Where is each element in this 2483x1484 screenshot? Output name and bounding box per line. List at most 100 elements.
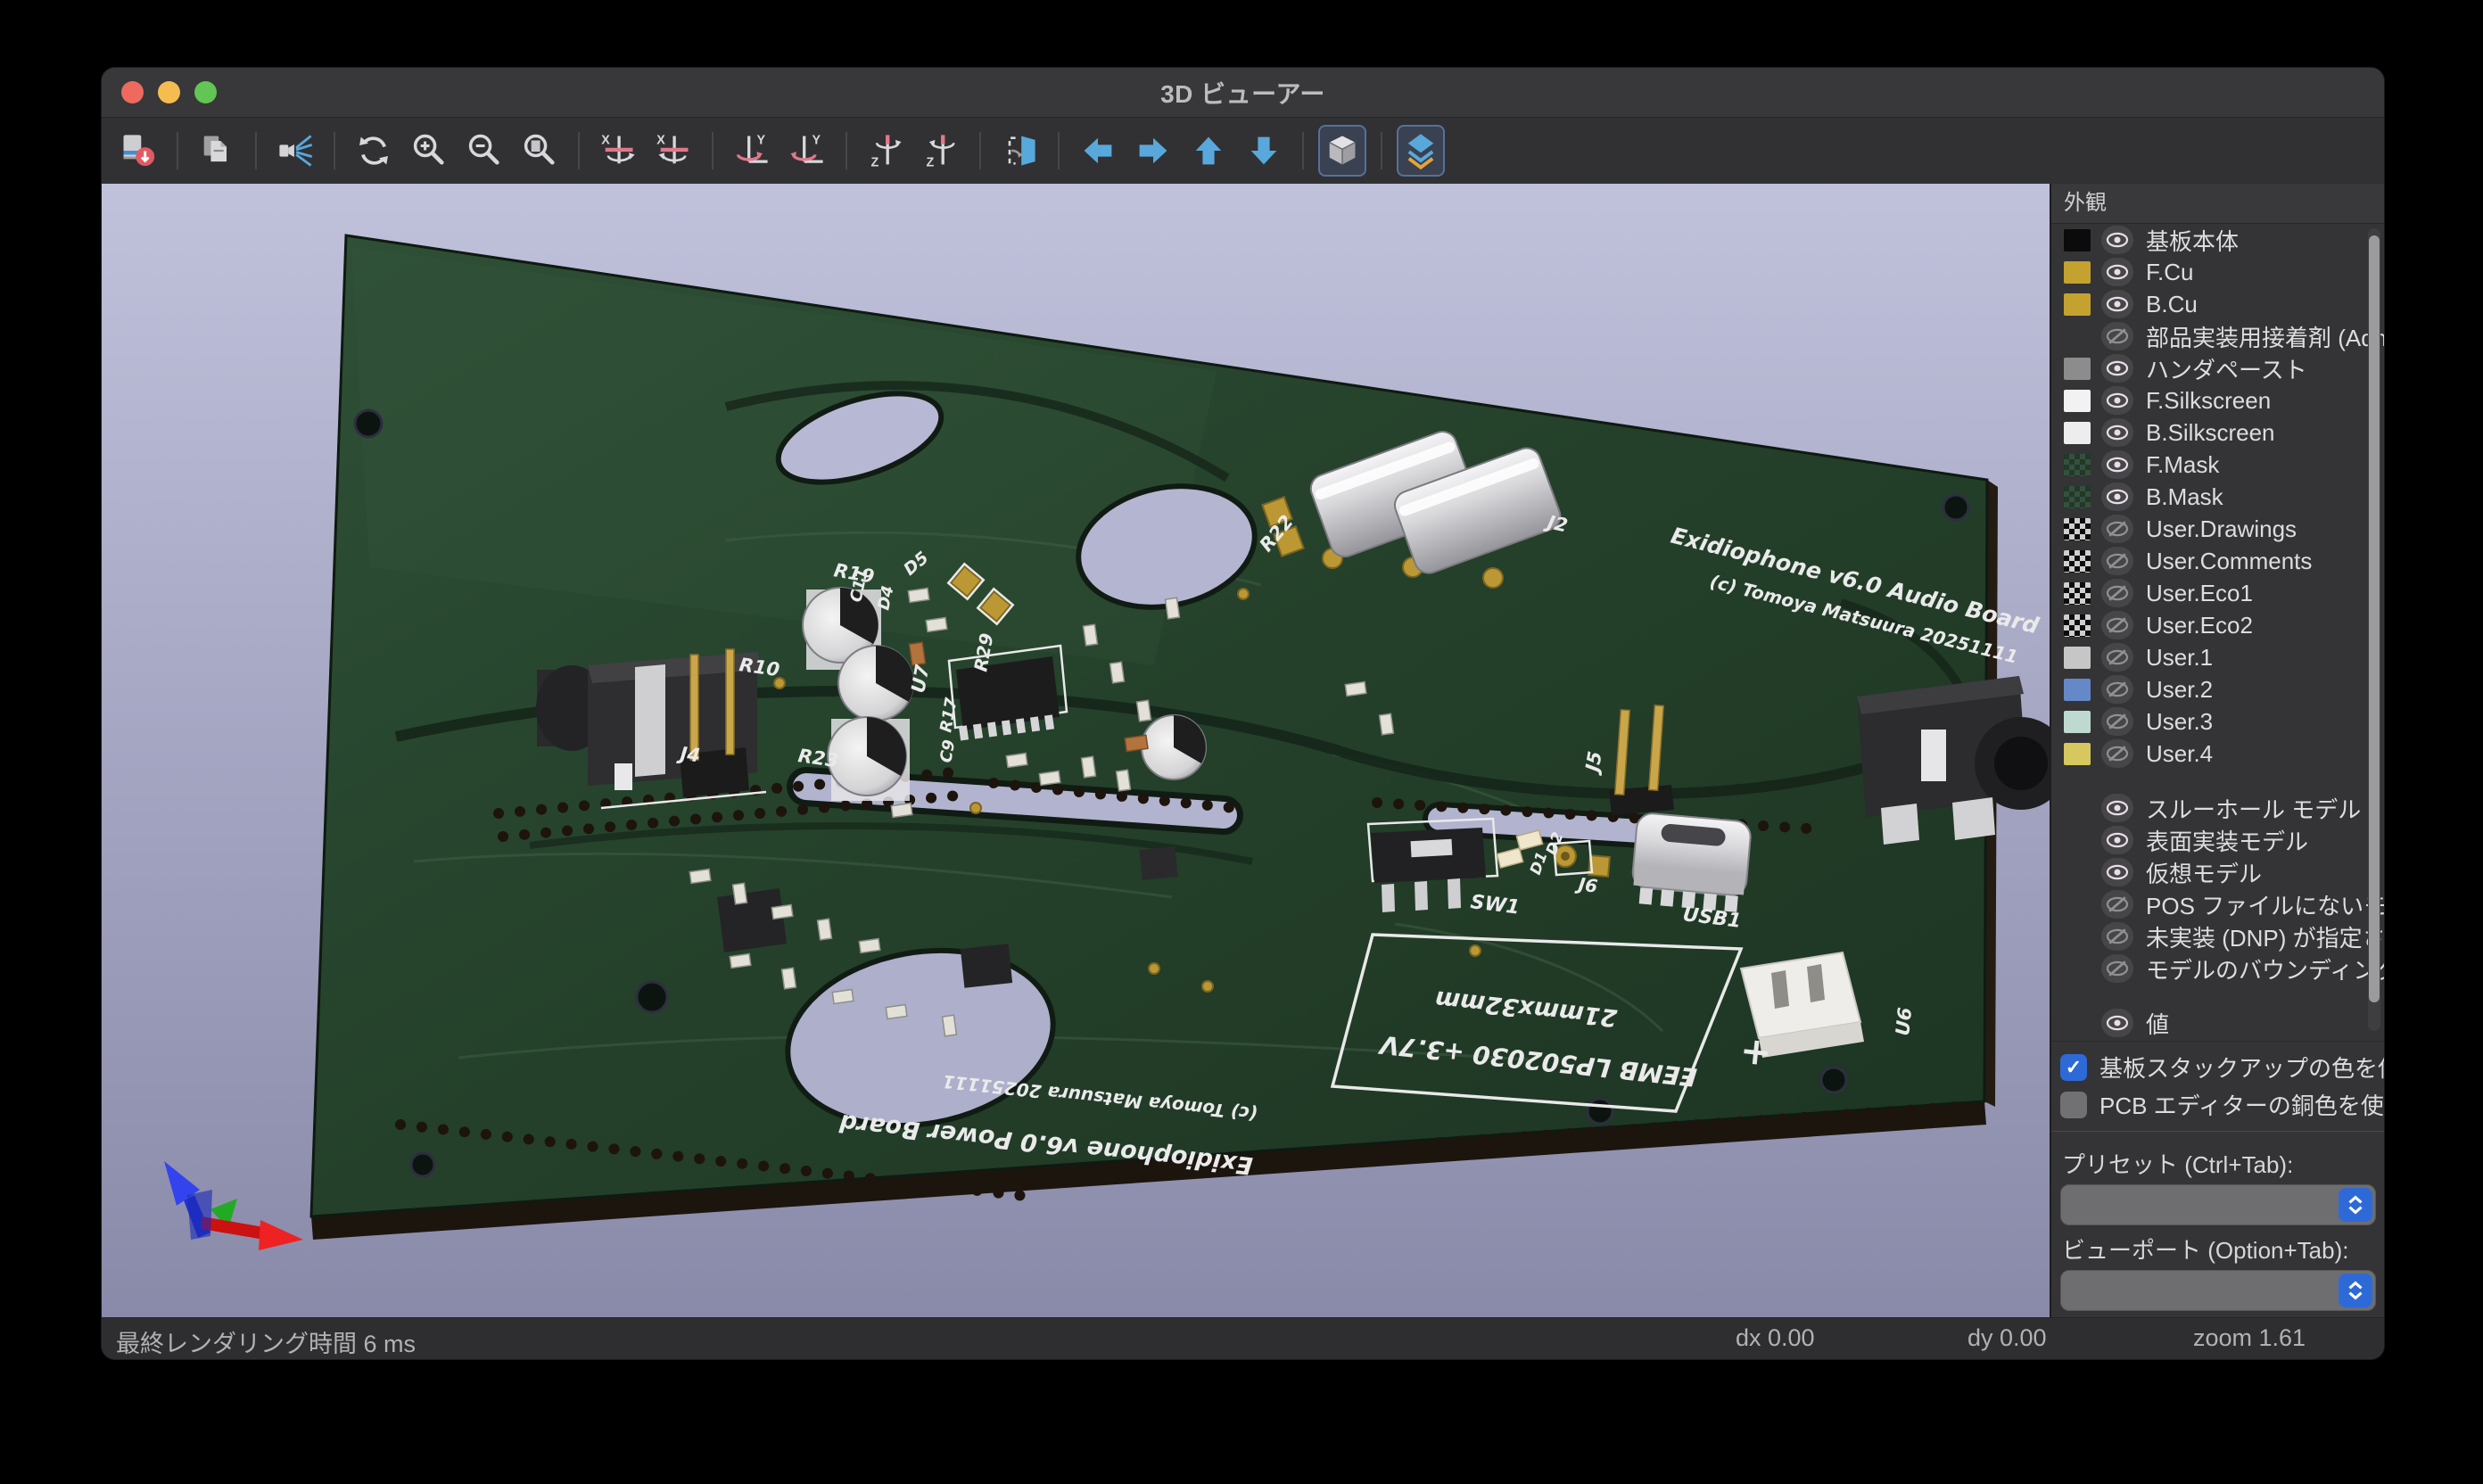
layer-color-swatch[interactable] [2064, 550, 2091, 573]
layer-list-scrollbar[interactable] [2368, 228, 2380, 1031]
layer-color-swatch[interactable] [2064, 486, 2091, 508]
checkbox-checked[interactable]: ✓ [2060, 1054, 2087, 1081]
rotate-y-clockwise-button[interactable]: Y [728, 125, 776, 177]
layer-row[interactable]: ハンダペースト [2051, 352, 2384, 384]
model-option-row[interactable]: POS ファイルにないモデル [2051, 888, 2384, 920]
pan-left-button[interactable] [1074, 125, 1122, 177]
layer-color-swatch[interactable] [2064, 743, 2091, 765]
layer-color-swatch[interactable] [2064, 518, 2091, 540]
visibility-eye-icon[interactable] [2101, 354, 2133, 383]
export-image-button[interactable] [114, 125, 162, 177]
layer-color-swatch[interactable] [2064, 261, 2091, 284]
preset-select[interactable] [2060, 1184, 2376, 1225]
layer-row[interactable]: B.Cu [2051, 288, 2384, 320]
visibility-eye-off-icon[interactable] [2101, 515, 2133, 543]
layer-color-swatch[interactable] [2064, 293, 2091, 316]
visibility-eye-icon[interactable] [2101, 794, 2133, 822]
visibility-eye-off-icon[interactable] [2101, 643, 2133, 672]
orthographic-projection-toggle[interactable] [1318, 125, 1366, 177]
visibility-eye-off-icon[interactable] [2101, 890, 2133, 919]
stepper-icon[interactable] [2339, 1188, 2372, 1222]
model-option-row[interactable]: 未実装 (DNP) が指定されたモデル [2051, 920, 2384, 952]
use-pcb-copper-color-checkbox[interactable]: PCB エディターの銅色を使用 [2060, 1088, 2385, 1121]
checkbox-unchecked[interactable] [2060, 1092, 2087, 1118]
appearance-manager-toggle[interactable] [1397, 125, 1445, 177]
layer-row[interactable]: User.Drawings [2051, 513, 2384, 545]
pan-up-button[interactable] [1184, 125, 1233, 177]
layer-row[interactable]: F.Mask [2051, 449, 2384, 481]
zoom-in-button[interactable] [405, 125, 453, 177]
maximize-button[interactable] [194, 81, 217, 103]
visibility-eye-icon[interactable] [2101, 258, 2133, 286]
layer-color-swatch[interactable] [2064, 679, 2091, 701]
use-stackup-colors-checkbox[interactable]: ✓ 基板スタックアップの色を使用 [2060, 1051, 2385, 1084]
zoom-out-button[interactable] [460, 125, 508, 177]
visibility-eye-icon[interactable] [2101, 858, 2133, 886]
layer-row[interactable]: User.Eco1 [2051, 577, 2384, 609]
title-bar[interactable]: 3D ビューアー [102, 68, 2384, 118]
layer-row[interactable]: 部品実装用接着剤 (Adhesive) [2051, 320, 2384, 352]
visibility-eye-off-icon[interactable] [2101, 547, 2133, 575]
zoom-to-fit-button[interactable] [516, 125, 564, 177]
layer-color-swatch[interactable] [2064, 454, 2091, 476]
layer-color-swatch[interactable] [2064, 229, 2091, 251]
layer-row[interactable]: B.Silkscreen [2051, 416, 2384, 449]
visibility-eye-off-icon[interactable] [2101, 954, 2133, 983]
close-button[interactable] [121, 81, 144, 103]
layer-row[interactable]: B.Mask [2051, 481, 2384, 513]
visibility-eye-icon[interactable] [2101, 482, 2133, 511]
layer-color-swatch[interactable] [2064, 647, 2091, 669]
layer-row[interactable]: User.1 [2051, 641, 2384, 673]
rotate-z-clockwise-button[interactable]: Z [862, 125, 910, 177]
model-option-row[interactable]: スルーホール モデル [2051, 792, 2384, 824]
values-option-row[interactable]: 値 [2051, 1007, 2384, 1039]
layer-row[interactable]: 基板本体 [2051, 224, 2384, 256]
visibility-eye-icon[interactable] [2101, 226, 2133, 254]
minimize-button[interactable] [158, 81, 180, 103]
layer-color-swatch[interactable] [2064, 711, 2091, 733]
layer-row[interactable]: F.Cu [2051, 256, 2384, 288]
layer-color-swatch[interactable] [2064, 614, 2091, 637]
layer-row[interactable]: User.Comments [2051, 545, 2384, 577]
visibility-eye-off-icon[interactable] [2101, 579, 2133, 607]
model-option-row[interactable]: 仮想モデル [2051, 856, 2384, 888]
toolbar-separator [1058, 132, 1060, 169]
layer-color-swatch[interactable] [2064, 422, 2091, 444]
layer-color-swatch[interactable] [2064, 390, 2091, 412]
rotate-x-counterclockwise-button[interactable]: X [649, 125, 697, 177]
visibility-eye-icon[interactable] [2101, 290, 2133, 318]
layer-row[interactable]: F.Silkscreen [2051, 384, 2384, 416]
layer-row[interactable]: User.4 [2051, 738, 2384, 770]
model-option-row[interactable]: 表面実装モデル [2051, 824, 2384, 856]
flip-board-button[interactable] [995, 125, 1044, 177]
layer-row[interactable]: User.Eco2 [2051, 609, 2384, 641]
visibility-eye-icon[interactable] [2101, 826, 2133, 854]
layer-color-swatch[interactable] [2064, 582, 2091, 605]
visibility-eye-off-icon[interactable] [2101, 739, 2133, 768]
pan-right-button[interactable] [1129, 125, 1177, 177]
raytracing-render-button[interactable] [271, 125, 319, 177]
visibility-eye-icon[interactable] [2101, 1009, 2133, 1037]
scrollbar-thumb[interactable] [2369, 235, 2380, 1002]
model-option-row[interactable]: モデルのバウンディングボックス [2051, 952, 2384, 985]
stepper-icon[interactable] [2339, 1274, 2372, 1307]
layer-color-swatch[interactable] [2064, 358, 2091, 380]
visibility-eye-off-icon[interactable] [2101, 707, 2133, 736]
visibility-eye-off-icon[interactable] [2101, 675, 2133, 704]
refresh-view-button[interactable] [350, 125, 398, 177]
rotate-x-clockwise-button[interactable]: X [594, 125, 642, 177]
copy-image-button[interactable] [193, 125, 241, 177]
layer-row[interactable]: User.2 [2051, 673, 2384, 705]
rotate-z-counterclockwise-button[interactable]: Z [917, 125, 965, 177]
visibility-eye-icon[interactable] [2101, 418, 2133, 447]
layer-row[interactable]: User.3 [2051, 705, 2384, 738]
viewport-select[interactable] [2060, 1270, 2376, 1311]
rotate-y-counterclockwise-button[interactable]: Y [783, 125, 831, 177]
visibility-eye-off-icon[interactable] [2101, 611, 2133, 639]
pan-down-button[interactable] [1240, 125, 1288, 177]
visibility-eye-icon[interactable] [2101, 450, 2133, 479]
visibility-eye-off-icon[interactable] [2101, 922, 2133, 951]
visibility-eye-icon[interactable] [2101, 386, 2133, 415]
visibility-eye-off-icon[interactable] [2101, 322, 2133, 350]
3d-viewport[interactable]: R22J2R19C11D4D5R10R23U7R29R17C9J4J5SW1D1… [102, 184, 2050, 1318]
